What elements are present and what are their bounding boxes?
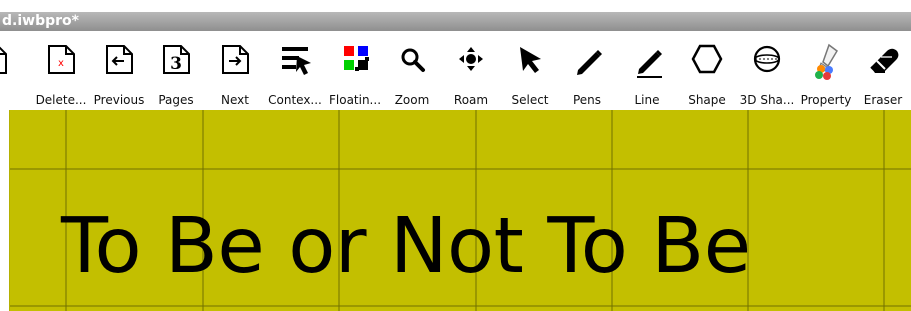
line-icon <box>627 39 667 83</box>
select-icon <box>510 39 550 83</box>
main-toolbar: P... x Delete... Previous <box>0 31 911 110</box>
toolbar-delete-page-button[interactable]: x Delete... <box>32 31 90 110</box>
toolbar-line-label: Line <box>634 93 660 107</box>
toolbar-context-button[interactable]: Contex... <box>263 31 327 110</box>
toolbar-document-button[interactable]: P... <box>0 31 15 110</box>
toolbar-delete-page-label: Delete... <box>35 93 87 107</box>
property-icon <box>806 39 846 83</box>
toolbar-property-label: Property <box>800 93 852 107</box>
title-bar-strip <box>0 12 911 31</box>
roam-icon <box>451 39 491 83</box>
delete-page-icon: x <box>41 39 81 83</box>
toolbar-document-label: P... <box>0 93 16 107</box>
whiteboard-text[interactable]: To Be or Not To Be <box>61 203 751 291</box>
toolbar-select-label: Select <box>511 93 549 107</box>
toolbar-previous-label: Previous <box>93 93 145 107</box>
document-title: d.iwbpro* <box>2 13 79 29</box>
window-title-bar: d.iwbpro* <box>0 0 911 31</box>
next-page-icon <box>215 39 255 83</box>
document-icon <box>0 39 7 83</box>
whiteboard-application-window: d.iwbpro* P... x Delete... <box>0 0 911 311</box>
toolbar-zoom-label: Zoom <box>394 93 430 107</box>
toolbar-next-label: Next <box>221 93 249 107</box>
toolbar-pens-button[interactable]: Pens <box>559 31 615 110</box>
toolbar-3d-shape-label: 3D Sha... <box>739 93 795 107</box>
delete-page-x-mark: x <box>58 58 64 69</box>
pages-icon-number: 3 <box>170 54 182 74</box>
eraser-icon <box>863 39 903 83</box>
toolbar-floating-button[interactable]: Floatin... <box>326 31 384 110</box>
pen-icon <box>567 39 607 83</box>
toolbar-pens-label: Pens <box>572 93 602 107</box>
toolbar-pages-label: Pages <box>158 93 194 107</box>
toolbar-floating-label: Floatin... <box>328 93 382 107</box>
toolbar-property-button[interactable]: Property <box>797 31 855 110</box>
toolbar-previous-button[interactable]: Previous <box>90 31 148 110</box>
three-d-shape-icon <box>747 39 787 83</box>
toolbar-pages-button[interactable]: 3 Pages <box>148 31 204 110</box>
toolbar-eraser-label: Eraser <box>863 93 903 107</box>
zoom-icon <box>392 39 432 83</box>
toolbar-shape-label: Shape <box>688 93 726 107</box>
toolbar-3d-shape-button[interactable]: 3D Sha... <box>736 31 798 110</box>
toolbar-roam-label: Roam <box>453 93 489 107</box>
toolbar-line-button[interactable]: Line <box>617 31 677 110</box>
context-menu-icon <box>275 39 315 83</box>
toolbar-select-button[interactable]: Select <box>501 31 559 110</box>
toolbar-next-button[interactable]: Next <box>207 31 263 110</box>
toolbar-eraser-button[interactable]: Eraser <box>855 31 911 110</box>
toolbar-shape-button[interactable]: Shape <box>678 31 736 110</box>
previous-page-icon <box>99 39 139 83</box>
toolbar-roam-button[interactable]: Roam <box>442 31 500 110</box>
pages-icon: 3 <box>156 39 196 83</box>
floating-toolbar-icon <box>335 39 375 83</box>
shape-icon <box>687 39 727 83</box>
whiteboard-canvas[interactable]: To Be or Not To Be <box>9 110 911 311</box>
toolbar-context-label: Contex... <box>268 93 322 107</box>
toolbar-zoom-button[interactable]: Zoom <box>384 31 440 110</box>
